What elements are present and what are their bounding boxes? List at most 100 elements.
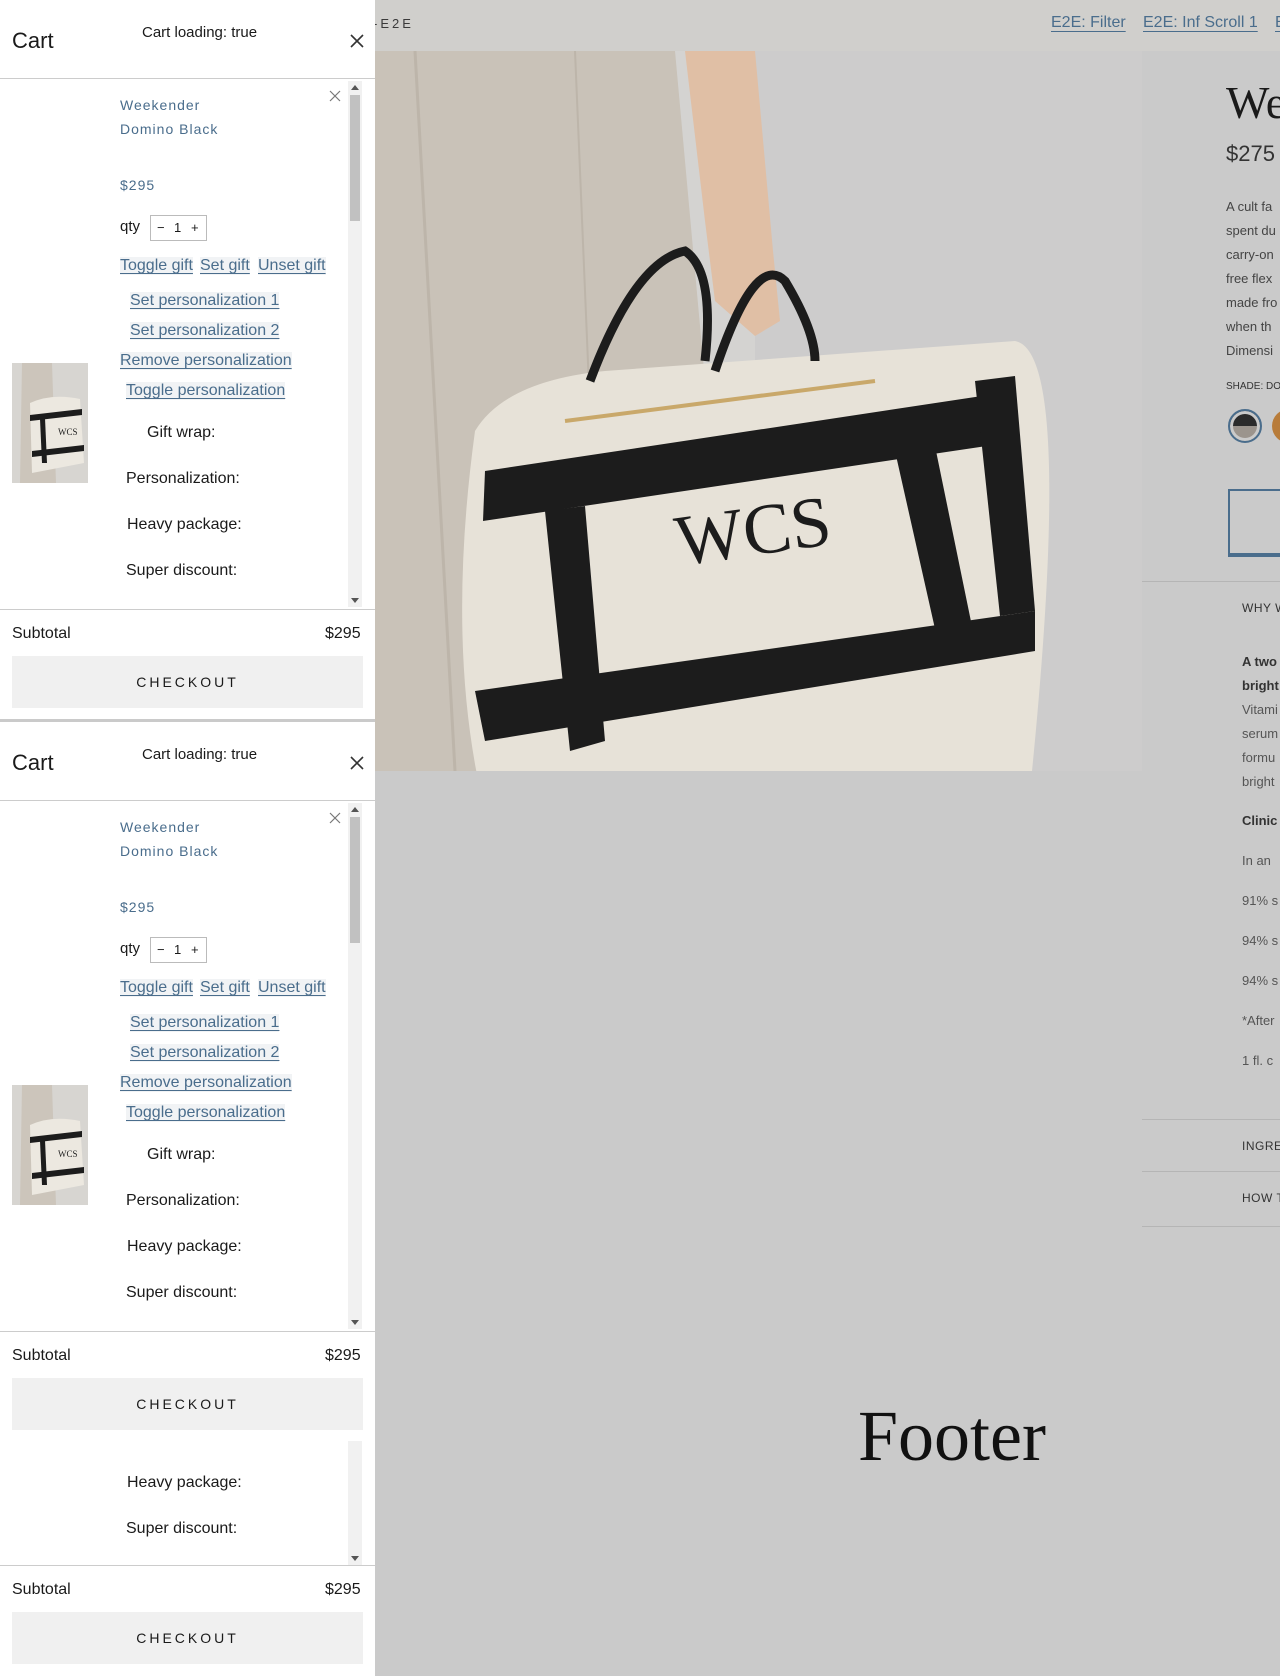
unset-gift-link[interactable]: Unset gift [258, 979, 326, 997]
set-gift-link[interactable]: Set gift [200, 979, 250, 997]
product-title: We [1226, 77, 1280, 128]
clinical-heading: Clinic [1242, 813, 1278, 828]
scrollbar-thumb[interactable] [350, 95, 360, 221]
item-price: $295 [120, 899, 156, 915]
scroll-down-arrow-icon[interactable] [351, 1320, 359, 1325]
cart-scrollbar[interactable] [348, 803, 362, 1329]
super-discount-label: Super discount: [126, 562, 238, 579]
cart-scrollbar[interactable] [348, 81, 362, 607]
shade-swatch-tan[interactable] [1272, 409, 1280, 443]
set-personalization-2-link[interactable]: Set personalization 2 [130, 322, 280, 340]
toggle-gift-link[interactable]: Toggle gift [120, 979, 193, 997]
body-lead: A two [1242, 654, 1277, 669]
description-line: when th [1226, 319, 1272, 334]
unset-gift-link[interactable]: Unset gift [258, 257, 326, 275]
toggle-personalization-link[interactable]: Toggle personalization [126, 382, 286, 400]
subtotal-label: Subtotal [12, 1581, 71, 1598]
product-hero-image: WCS [375, 51, 1142, 771]
remove-item-icon[interactable] [328, 811, 342, 825]
cart-title: Cart [12, 750, 54, 775]
cart-footer: Subtotal $295 CHECKOUT [0, 1565, 375, 1676]
quantity-stepper: − 1 + [150, 215, 207, 241]
nav-link-more[interactable]: E [1275, 14, 1280, 32]
remove-personalization-link[interactable]: Remove personalization [120, 352, 292, 370]
set-personalization-1-link[interactable]: Set personalization 1 [130, 292, 280, 310]
set-gift-link[interactable]: Set gift [200, 257, 250, 275]
super-discount-label: Super discount: [126, 1520, 238, 1537]
description-line: spent du [1226, 223, 1276, 238]
qty-value[interactable]: 1 [174, 220, 181, 235]
product-price: $275 [1226, 141, 1275, 166]
cart-drawer: Cart Cart loading: true WCS Weekender Do… [0, 0, 375, 719]
cart-drawer: Cart Cart loading: true WCS Weekender Do… [0, 722, 375, 1441]
set-personalization-2-link[interactable]: Set personalization 2 [130, 1044, 280, 1062]
nav-link-inf-scroll[interactable]: E2E: Inf Scroll 1 [1143, 14, 1258, 32]
description-line: Dimensi [1226, 343, 1273, 358]
body-line: Vitami [1242, 702, 1278, 717]
cart-items-scroll[interactable]: WCS Weekender Domino Black $295 qty − 1 … [0, 801, 375, 1331]
qty-label: qty [120, 218, 141, 235]
subtotal-value: $295 [325, 1581, 361, 1598]
brand-logo[interactable]: -E2E [373, 16, 414, 31]
close-icon[interactable] [348, 754, 366, 772]
item-name[interactable]: Weekender [120, 819, 200, 835]
body-line: formu [1242, 750, 1276, 765]
item-variant[interactable]: Domino Black [120, 121, 218, 137]
cart-scrollbar[interactable] [348, 1441, 362, 1565]
add-to-cart-button[interactable] [1228, 489, 1280, 557]
accordion-why[interactable]: WHY W [1142, 581, 1280, 634]
remove-item-icon[interactable] [328, 89, 342, 103]
set-personalization-1-link[interactable]: Set personalization 1 [130, 1014, 280, 1032]
accordion-ingredients[interactable]: INGRE [1142, 1119, 1280, 1172]
checkout-button[interactable]: CHECKOUT [12, 1612, 363, 1664]
super-discount-label: Super discount: [126, 1284, 238, 1301]
checkout-button[interactable]: CHECKOUT [12, 656, 363, 708]
heavy-package-label: Heavy package: [127, 1474, 242, 1491]
checkout-button[interactable]: CHECKOUT [12, 1378, 363, 1430]
item-variant[interactable]: Domino Black [120, 843, 218, 859]
subtotal-value: $295 [325, 625, 361, 642]
body-line: bright [1242, 774, 1275, 789]
item-price: $295 [120, 177, 156, 193]
subtotal-label: Subtotal [12, 1347, 71, 1364]
item-name[interactable]: Weekender [120, 97, 200, 113]
scroll-down-arrow-icon[interactable] [351, 1556, 359, 1561]
heavy-package-label: Heavy package: [127, 1238, 242, 1255]
cart-items-scroll[interactable]: Personalization: Heavy package: Super di… [0, 1441, 375, 1565]
subtotal-label: Subtotal [12, 625, 71, 642]
qty-increase-button[interactable]: + [191, 942, 199, 957]
toggle-personalization-link[interactable]: Toggle personalization [126, 1104, 286, 1122]
subtotal-value: $295 [325, 1347, 361, 1364]
nav-link-filter[interactable]: E2E: Filter [1051, 14, 1126, 32]
qty-decrease-button[interactable]: − [157, 942, 165, 957]
description-line: carry-on [1226, 247, 1274, 262]
gift-wrap-label: Gift wrap: [147, 424, 216, 441]
thumb-monogram: WCS [58, 1149, 78, 1159]
scroll-down-arrow-icon[interactable] [351, 598, 359, 603]
scroll-up-arrow-icon[interactable] [351, 85, 359, 90]
personalization-label: Personalization: [126, 1192, 240, 1209]
footnote: *After [1242, 1013, 1275, 1028]
description-line: A cult fa [1226, 199, 1273, 214]
scroll-up-arrow-icon[interactable] [351, 807, 359, 812]
cart-item-image: WCS [12, 363, 88, 483]
toggle-gift-link[interactable]: Toggle gift [120, 257, 193, 275]
qty-value[interactable]: 1 [174, 942, 181, 957]
thumb-monogram: WCS [58, 427, 78, 437]
stat-line: 91% s [1242, 893, 1279, 908]
qty-decrease-button[interactable]: − [157, 220, 165, 235]
qty-label: qty [120, 940, 141, 957]
product-details-panel: We $275 A cult fa spent du carry-on free… [1142, 51, 1280, 1227]
accordion-label: HOW T [1242, 1191, 1280, 1205]
scrollbar-thumb[interactable] [350, 817, 360, 943]
close-icon[interactable] [348, 32, 366, 50]
shade-swatch-domino-black[interactable] [1228, 409, 1262, 443]
footer-title: Footer [858, 1396, 1046, 1476]
qty-increase-button[interactable]: + [191, 220, 199, 235]
accordion-how-to[interactable]: HOW T [1142, 1171, 1280, 1224]
cart-header: Cart Cart loading: true [0, 0, 375, 79]
cart-items-scroll[interactable]: WCS Weekender Domino Black $295 qty − 1 … [0, 79, 375, 609]
cart-footer: Subtotal $295 CHECKOUT [0, 1331, 375, 1441]
description-line: made fro [1226, 295, 1278, 310]
remove-personalization-link[interactable]: Remove personalization [120, 1074, 292, 1092]
